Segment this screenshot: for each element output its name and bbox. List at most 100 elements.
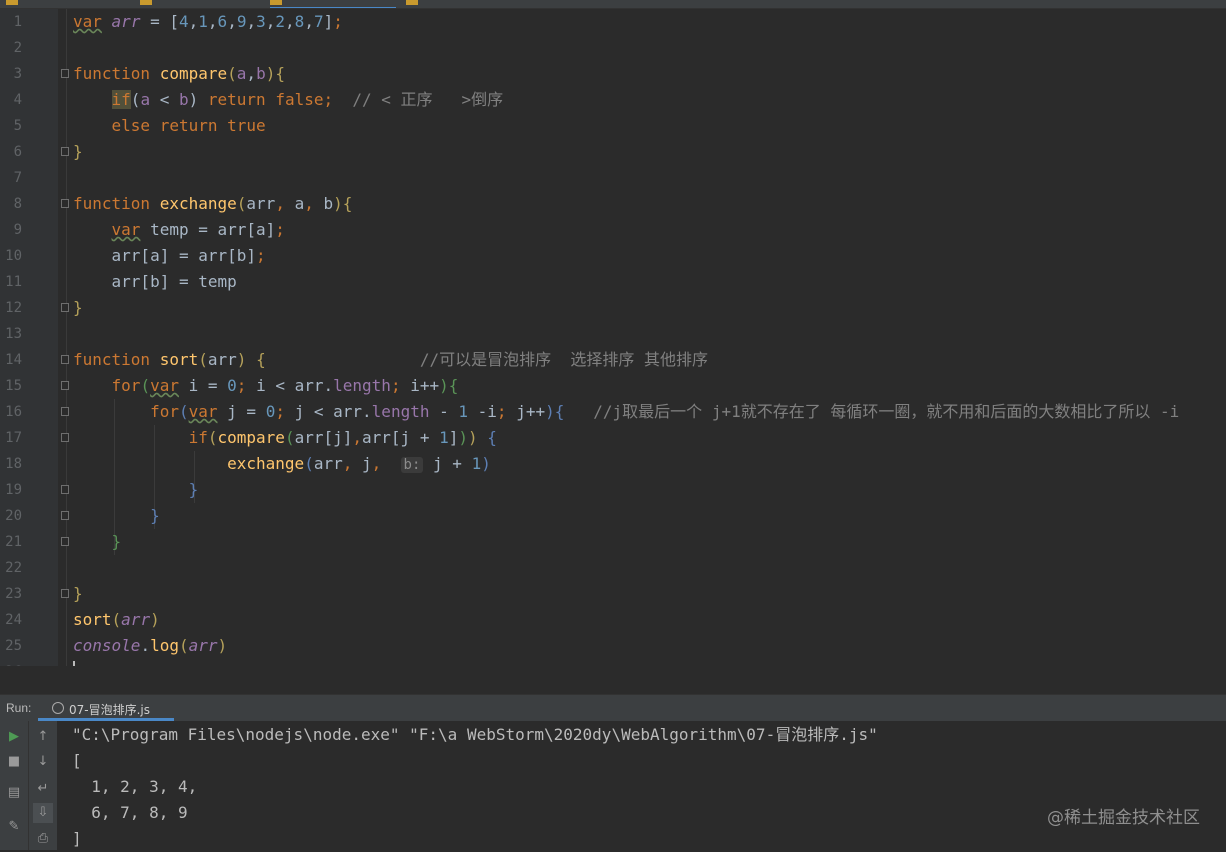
console-tool-strip: ↑ ↓ ↵ ⇩ ⎙ bbox=[28, 721, 57, 850]
fold-icon[interactable] bbox=[61, 407, 69, 416]
code-line: 5 else return true bbox=[0, 113, 1226, 139]
line-number: 4 bbox=[13, 92, 22, 108]
code-text: for(var j = 0; j < arr.length - 1 -i; j+… bbox=[150, 402, 1180, 421]
fold-icon[interactable] bbox=[61, 537, 69, 546]
code-line: 26 bbox=[0, 659, 1226, 666]
line-number: 18 bbox=[5, 456, 22, 472]
line-number: 7 bbox=[13, 170, 22, 186]
code-text: else return true bbox=[111, 116, 266, 135]
run-config-icon bbox=[52, 702, 64, 714]
fold-icon[interactable] bbox=[61, 485, 69, 494]
console-output-line: [ bbox=[72, 751, 82, 770]
run-label: Run: bbox=[6, 701, 32, 715]
line-number: 8 bbox=[13, 196, 22, 212]
code-line: 17 if(compare(arr[j],arr[j + 1])) { bbox=[0, 425, 1226, 451]
run-icon[interactable]: ▶ bbox=[4, 727, 24, 747]
fold-icon[interactable] bbox=[61, 433, 69, 442]
code-editor[interactable]: 1 var arr = [4,1,6,9,3,2,8,7]; 2 3 funct… bbox=[0, 9, 1226, 666]
line-number: 10 bbox=[5, 248, 22, 264]
code-text: if(a < b) return false; // < 正序 >倒序 bbox=[111, 90, 504, 109]
fold-icon[interactable] bbox=[61, 381, 69, 390]
run-tab-label: 07-冒泡排序.js bbox=[69, 703, 151, 717]
line-number: 13 bbox=[5, 326, 22, 342]
code-line: 8 function exchange(arr, a, b){ bbox=[0, 191, 1226, 217]
line-number: 2 bbox=[13, 40, 22, 56]
code-text: } bbox=[73, 142, 83, 161]
code-text: } bbox=[73, 584, 83, 603]
line-number: 24 bbox=[5, 612, 22, 628]
console-output-line: 6, 7, 8, 9 bbox=[72, 803, 188, 822]
line-number: 20 bbox=[5, 508, 22, 524]
code-line: 2 bbox=[0, 35, 1226, 61]
line-number: 1 bbox=[13, 14, 22, 30]
js-file-icon bbox=[270, 0, 282, 5]
code-text: console.log(arr) bbox=[73, 636, 228, 655]
code-text: for(var i = 0; i < arr.length; i++){ bbox=[111, 376, 459, 395]
run-tab[interactable]: 07-冒泡排序.js bbox=[38, 695, 174, 721]
code-text: arr[b] = temp bbox=[73, 272, 237, 291]
editor-tab[interactable] bbox=[406, 0, 454, 7]
code-text: function compare(a,b){ bbox=[73, 64, 285, 83]
line-number: 16 bbox=[5, 404, 22, 420]
editor-tab[interactable] bbox=[6, 0, 54, 7]
fold-icon[interactable] bbox=[61, 511, 69, 520]
pin-icon[interactable]: ✎ bbox=[4, 817, 24, 837]
down-arrow-icon[interactable]: ↓ bbox=[33, 752, 53, 772]
code-text: } bbox=[111, 532, 122, 551]
fold-icon[interactable] bbox=[61, 589, 69, 598]
code-line: 24 sort(arr) bbox=[0, 607, 1226, 633]
code-line: 3 function compare(a,b){ bbox=[0, 61, 1226, 87]
layout-icon[interactable]: ▤ bbox=[4, 783, 24, 803]
line-number: 26 bbox=[0, 659, 22, 666]
print-icon[interactable]: ⎙ bbox=[33, 829, 53, 849]
console-output-line: "C:\Program Files\nodejs\node.exe" "F:\a… bbox=[72, 725, 878, 744]
code-line: 11 arr[b] = temp bbox=[0, 269, 1226, 295]
fold-icon[interactable] bbox=[61, 147, 69, 156]
run-console[interactable]: ▶ ■ ▤ ✎ ↑ ↓ ↵ ⇩ ⎙ "C:\Program Files\node… bbox=[0, 721, 1226, 850]
code-text: exchange(arr, j, b: j + 1) bbox=[227, 454, 491, 473]
line-number: 21 bbox=[5, 534, 22, 550]
up-arrow-icon[interactable]: ↑ bbox=[33, 727, 53, 747]
code-line: 6 } bbox=[0, 139, 1226, 165]
code-text: } bbox=[150, 506, 160, 525]
soft-wrap-icon[interactable]: ↵ bbox=[33, 779, 53, 799]
line-number: 5 bbox=[13, 118, 22, 134]
editor-tab-bar bbox=[0, 0, 1226, 9]
code-line: 22 bbox=[0, 555, 1226, 581]
code-line: 1 var arr = [4,1,6,9,3,2,8,7]; bbox=[0, 9, 1226, 35]
text-cursor bbox=[73, 661, 75, 666]
fold-icon[interactable] bbox=[61, 69, 69, 78]
code-line: 13 bbox=[0, 321, 1226, 347]
editor-tab[interactable] bbox=[140, 0, 188, 7]
code-text: sort(arr) bbox=[73, 610, 160, 629]
line-number: 9 bbox=[13, 222, 22, 238]
line-number: 3 bbox=[13, 66, 22, 82]
parameter-hint: b: bbox=[400, 457, 424, 473]
console-output-line: 1, 2, 3, 4, bbox=[72, 777, 198, 796]
line-number: 15 bbox=[5, 378, 22, 394]
code-line: 23 } bbox=[0, 581, 1226, 607]
code-line: 10 arr[a] = arr[b]; bbox=[0, 243, 1226, 269]
line-number: 19 bbox=[5, 482, 22, 498]
code-line: 7 bbox=[0, 165, 1226, 191]
js-file-icon bbox=[6, 0, 18, 5]
line-number: 25 bbox=[5, 638, 22, 654]
line-number: 11 bbox=[5, 274, 22, 290]
line-number: 17 bbox=[5, 430, 22, 446]
code-line: 21 } bbox=[0, 529, 1226, 555]
code-text: var arr = [4,1,6,9,3,2,8,7]; bbox=[73, 12, 343, 31]
stop-icon[interactable]: ■ bbox=[4, 752, 24, 772]
code-line: 9 var temp = arr[a]; bbox=[0, 217, 1226, 243]
js-file-icon bbox=[140, 0, 152, 5]
run-toolbar: Run: 07-冒泡排序.js bbox=[0, 694, 1226, 722]
code-line: 4 if(a < b) return false; // < 正序 >倒序 bbox=[0, 87, 1226, 113]
scroll-to-end-icon[interactable]: ⇩ bbox=[33, 803, 53, 823]
run-tool-strip: ▶ ■ ▤ ✎ bbox=[0, 721, 28, 850]
fold-icon[interactable] bbox=[61, 303, 69, 312]
code-text: var temp = arr[a]; bbox=[111, 220, 285, 239]
editor-tab-active[interactable] bbox=[270, 0, 396, 8]
console-output-line: ] bbox=[72, 829, 82, 848]
line-number: 6 bbox=[13, 144, 22, 160]
fold-icon[interactable] bbox=[61, 199, 69, 208]
fold-icon[interactable] bbox=[61, 355, 69, 364]
